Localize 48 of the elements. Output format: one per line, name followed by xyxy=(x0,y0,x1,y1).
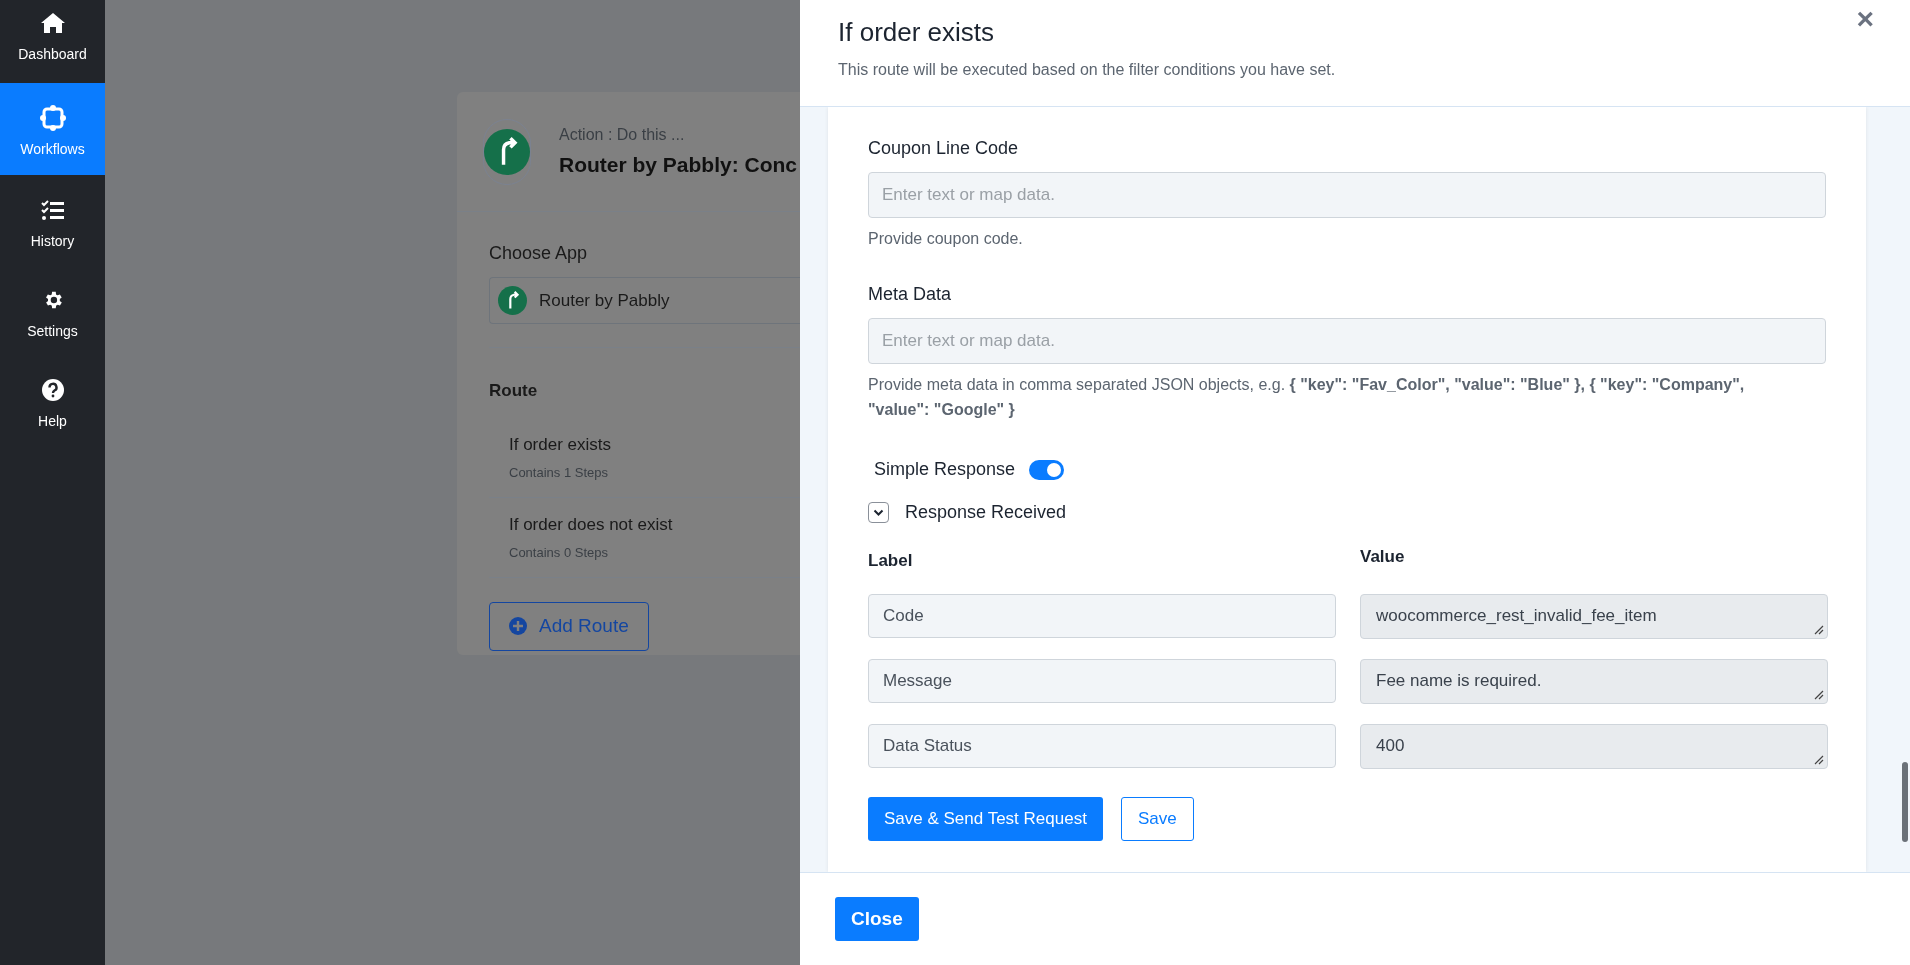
close-button[interactable]: Close xyxy=(835,897,919,941)
value-field[interactable]: Fee name is required. xyxy=(1360,658,1828,704)
field-label: Coupon Line Code xyxy=(868,137,1020,160)
route-name: If order exists xyxy=(509,433,613,456)
route-steps: Contains 0 Steps xyxy=(509,543,817,563)
save-and-test-button[interactable]: Save & Send Test Request xyxy=(868,796,1103,841)
checklist-icon xyxy=(40,199,65,221)
chevron-icon xyxy=(873,508,884,517)
action-subtitle: Action : Do this ... xyxy=(559,124,686,145)
help-icon xyxy=(41,379,64,401)
value-field[interactable]: 400 xyxy=(1360,723,1828,769)
sidebar-item[interactable]: Dashboard xyxy=(0,0,105,83)
column-header: Label xyxy=(868,550,914,572)
resize-grip-icon xyxy=(1814,754,1824,765)
value-field[interactable]: woocommerce_rest_invalid_fee_item xyxy=(1360,593,1828,639)
input-field[interactable]: Enter text or map data. xyxy=(868,318,1826,364)
panel-subtitle: This route will be executed based on the filter conditions you have set. xyxy=(838,60,1337,80)
expand-toggle[interactable] xyxy=(868,502,889,523)
section-heading: Route xyxy=(489,380,539,402)
field-label: Meta Data xyxy=(868,283,953,306)
resize-grip-icon xyxy=(1814,689,1824,700)
toggle-switch[interactable] xyxy=(1029,459,1065,480)
home-icon xyxy=(39,12,66,34)
action-title: Router by Pabbly: Conc xyxy=(559,151,798,178)
route-name: If order does not exist xyxy=(509,513,674,536)
save-button[interactable]: Save xyxy=(1120,796,1194,841)
workflow-icon xyxy=(38,104,67,132)
help-text: Provide coupon code. xyxy=(868,229,1024,249)
route-steps: Contains 1 Steps xyxy=(509,463,817,483)
scrollbar-thumb[interactable] xyxy=(1902,762,1908,842)
panel-title: If order exists xyxy=(838,16,995,49)
sidebar-item[interactable]: History xyxy=(0,175,105,265)
help-text: Provide meta data in comma separated JSON objects, e.g. { "key": "Fav_Color", "value": "Blue" }, { "key": "Company", "value": "Google" } xyxy=(868,375,1746,420)
input-field[interactable]: Enter text or map data. xyxy=(868,172,1826,218)
sidebar-item[interactable]: Settings xyxy=(0,265,105,355)
column-header: Value xyxy=(1360,546,1406,568)
resize-grip-icon xyxy=(1814,624,1824,635)
sidebar-item[interactable]: Help xyxy=(0,355,105,445)
field-label: Choose App xyxy=(489,242,589,265)
toggle-label: Simple Response xyxy=(874,458,1016,481)
router-icon xyxy=(498,286,527,315)
section-label: Response Received xyxy=(905,501,1067,524)
router-icon xyxy=(484,128,530,175)
label-field[interactable]: Message xyxy=(868,658,1336,703)
plus-icon xyxy=(509,617,527,635)
sidebar-item[interactable]: Workflows xyxy=(0,83,105,175)
label-field[interactable]: Data Status xyxy=(868,723,1336,768)
label-field[interactable]: Code xyxy=(868,593,1336,638)
